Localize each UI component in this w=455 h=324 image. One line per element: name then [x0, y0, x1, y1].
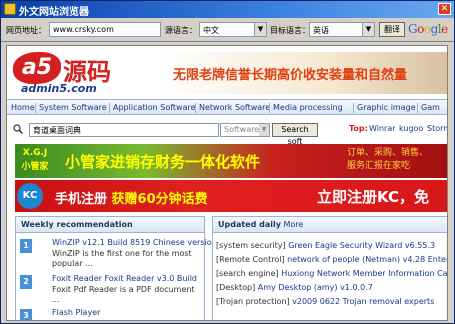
source-language-label: 源语言： [165, 26, 197, 35]
updated-daily-panel: Updated daily More [system security] Gre… [212, 216, 447, 320]
logo-mark: a5 [13, 52, 61, 84]
target-language-value: 英语 [313, 26, 329, 35]
search-bar: 育道桌面词典 Software ▼ Search soft Top: Winra… [7, 120, 447, 146]
more-link[interactable]: More [283, 220, 303, 229]
item-title[interactable]: Huxiong Network Member Information Captu… [281, 269, 447, 278]
header-ad-banner[interactable]: 无限老牌信誉长期高价收安装量和自然量 [157, 52, 447, 94]
chevron-down-icon: ▼ [362, 23, 374, 36]
item-title[interactable]: WinZIP v12.1 Build 8519 Chinese version [52, 238, 217, 247]
item-category: [Desktop] [216, 283, 256, 292]
nav-system-software[interactable]: System Software [39, 103, 107, 112]
list-item[interactable]: [system security] Green Eagle Security W… [216, 241, 435, 250]
item-title[interactable]: Flash Player [52, 308, 100, 317]
source-language-select[interactable]: 中文 ▼ [199, 22, 267, 37]
title-bar[interactable]: 外文网站浏览器 ✕ [1, 1, 454, 18]
ad-banner-kc[interactable]: KC 手机注册 获赠60分钟话费 立即注册KC，免 [15, 180, 447, 212]
search-button[interactable]: Search soft [272, 123, 318, 146]
chevron-down-icon: ▼ [259, 124, 269, 136]
target-language-select[interactable]: 英语 ▼ [309, 22, 375, 37]
rank-badge: 1 [20, 239, 32, 253]
ad-headline: 小管家进销存财务一体化软件 [65, 153, 261, 171]
item-title[interactable]: Foxit Reader Foxit Reader v3.0 Build [52, 274, 197, 283]
item-description: Foxit Pdf Reader is a PDF document ... [52, 285, 195, 304]
item-category: [Remote Control] [216, 255, 285, 264]
top-label: Top: [349, 124, 368, 133]
site-logo[interactable]: a5 源码 admin5.com [13, 52, 153, 96]
nav-divider [109, 103, 110, 113]
list-item[interactable]: [search engine] Huxiong Network Member I… [216, 269, 447, 278]
ad-highlight: 获赠60分钟话费 [111, 192, 208, 207]
nav-divider [195, 103, 196, 113]
source-language-value: 中文 [203, 26, 219, 35]
item-title[interactable]: Amy Desktop (amy) v1.0.0.7 [258, 283, 373, 292]
ad-cta-text: 立即注册KC，免 [317, 188, 429, 206]
nav-application-software[interactable]: Application Software [113, 103, 196, 112]
top-link-storm[interactable]: Storm [427, 124, 447, 133]
url-label: 网页地址： [6, 26, 46, 35]
list-item[interactable]: [Trojan protection] v2009 0622 Trojan re… [216, 297, 434, 306]
ad-headline: 手机注册 获赠60分钟话费 [55, 188, 208, 207]
app-icon [4, 3, 16, 15]
translate-button[interactable]: 翻译 [379, 22, 405, 37]
weekly-recommendation-panel: Weekly recommendation 1 WinZIP v12.1 Bui… [15, 216, 217, 320]
browser-window: 外文网站浏览器 ✕ 网页地址： www.crsky.com 源语言： 中文 ▼ … [0, 0, 455, 324]
nav-divider [35, 103, 36, 113]
close-button[interactable]: ✕ [438, 3, 451, 15]
ad-side-text: 订单、采购、销售、 服务汇报在家吃 [347, 148, 429, 171]
target-language-label: 目标语言： [270, 26, 310, 35]
item-description: WinZIP is the first one for the most pop… [52, 249, 192, 268]
ad-text-part: 手机注册 [55, 192, 108, 207]
search-input[interactable]: 育道桌面词典 [29, 123, 219, 137]
chevron-down-icon: ▼ [254, 23, 266, 36]
item-title[interactable]: network of people (Netman) v4.28 Enterpr… [287, 255, 447, 264]
top-link-kugoo[interactable]: kugoo [399, 124, 423, 133]
web-page-view[interactable]: a5 源码 admin5.com 无限老牌信誉长期高价收安装量和自然量 Home… [6, 45, 448, 321]
panel-title: Updated daily [218, 220, 281, 229]
nav-divider [417, 103, 418, 113]
nav-network-software[interactable]: Network Software [199, 103, 270, 112]
rank-badge: 2 [20, 275, 32, 289]
list-item[interactable]: [Desktop] Amy Desktop (amy) v1.0.0.7 [216, 283, 373, 292]
item-title[interactable]: Green Eagle Security Wizard v6.55.3 [288, 241, 435, 250]
window-title: 外文网站浏览器 [19, 7, 89, 18]
item-category: [search engine] [216, 269, 279, 278]
toolbar: 网页地址： www.crsky.com 源语言： 中文 ▼ 目标语言： 英语 ▼… [1, 18, 454, 42]
nav-divider [353, 103, 354, 113]
url-input[interactable]: www.crsky.com [49, 22, 161, 37]
item-category: [system security] [216, 241, 286, 250]
nav-games[interactable]: Gam [421, 103, 440, 112]
google-logo[interactable]: Google [408, 22, 448, 36]
ad-banner-inventory[interactable]: X.G.J 小管家 小管家进销存财务一体化软件 订单、采购、销售、 服务汇报在家… [15, 144, 447, 178]
kc-logo: KC [17, 183, 43, 209]
top-link-winrar[interactable]: Winrar [369, 124, 396, 133]
main-nav: Home System Software Application Softwar… [7, 99, 447, 115]
list-item[interactable]: 3 Flash Player [20, 307, 202, 320]
item-title[interactable]: v2009 0622 Trojan removal experts [292, 297, 434, 306]
nav-graphic-image[interactable]: Graphic image [357, 103, 416, 112]
nav-divider [269, 103, 270, 113]
nav-home[interactable]: Home [11, 103, 35, 112]
site-header: a5 源码 admin5.com 无限老牌信誉长期高价收安装量和自然量 [7, 46, 447, 98]
list-item[interactable]: [Remote Control] network of people (Netm… [216, 255, 447, 264]
search-category-value: Software [224, 125, 260, 134]
ad-brand: X.G.J 小管家 [21, 148, 49, 172]
panel-title: Weekly recommendation [16, 217, 204, 233]
logo-url: admin5.com [21, 82, 97, 95]
search-category-select[interactable]: Software ▼ [220, 123, 270, 137]
search-icon [13, 124, 23, 134]
item-category: [Trojan protection] [216, 297, 290, 306]
panel-header: Updated daily More [213, 217, 447, 233]
nav-media-processing[interactable]: Media processing [273, 103, 343, 112]
header-ad-text: 无限老牌信誉长期高价收安装量和自然量 [173, 68, 408, 83]
list-item[interactable]: 2 Foxit Reader Foxit Reader v3.0 Build F… [20, 273, 202, 305]
rank-badge: 3 [20, 309, 32, 320]
list-item[interactable]: 1 WinZIP v12.1 Build 8519 Chinese versio… [20, 237, 217, 269]
